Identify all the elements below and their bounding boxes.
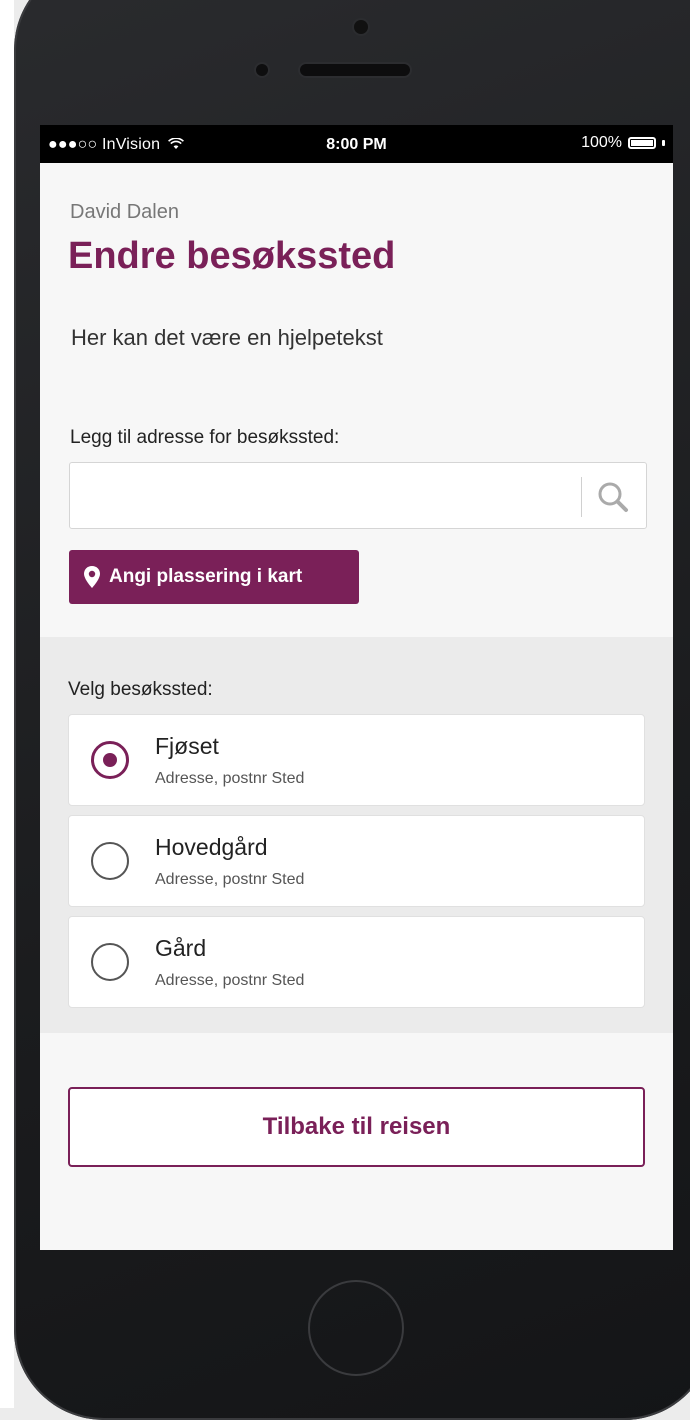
choice-name: Hovedgård — [155, 834, 268, 860]
app-screen: ●●●○○ InVision 8:00 PM 100% David Dalen … — [40, 125, 673, 1250]
choice-card[interactable]: Fjøset Adresse, postnr Sted — [68, 714, 645, 806]
choice-card[interactable]: Gård Adresse, postnr Sted — [68, 916, 645, 1008]
radio-button[interactable] — [91, 943, 129, 981]
choice-address: Adresse, postnr Sted — [155, 972, 305, 989]
choice-card[interactable]: Hovedgård Adresse, postnr Sted — [68, 815, 645, 907]
back-to-trip-button[interactable]: Tilbake til reisen — [68, 1087, 645, 1167]
address-search-box — [69, 462, 647, 529]
choice-address: Adresse, postnr Sted — [155, 770, 305, 787]
page-title: Endre besøkssted — [68, 235, 396, 277]
choice-name: Fjøset — [155, 733, 219, 759]
radio-button[interactable] — [91, 842, 129, 880]
page-left-strip — [0, 0, 14, 1408]
address-label: Legg til adresse for besøkssted: — [70, 427, 340, 448]
battery-status: 100% — [581, 134, 665, 152]
battery-tip — [662, 140, 665, 146]
camera-dot — [354, 20, 368, 34]
help-text: Her kan det være en hjelpetekst — [71, 325, 383, 350]
address-search-input[interactable] — [78, 471, 572, 521]
choice-name: Gård — [155, 935, 207, 961]
choices-label: Velg besøkssted: — [68, 679, 213, 700]
user-name: David Dalen — [70, 201, 179, 223]
map-pin-icon — [84, 566, 100, 588]
back-button-label: Tilbake til reisen — [262, 1113, 451, 1140]
battery-percent: 100% — [581, 134, 622, 151]
choice-address: Adresse, postnr Sted — [155, 871, 305, 888]
status-time: 8:00 PM — [326, 136, 387, 153]
radio-button-selected[interactable] — [91, 741, 129, 779]
home-button[interactable] — [308, 1280, 404, 1376]
status-bar: ●●●○○ InVision 8:00 PM 100% — [40, 125, 673, 163]
search-icon[interactable] — [593, 477, 633, 517]
battery-icon — [628, 137, 656, 149]
front-camera — [256, 64, 268, 76]
map-button-label: Angi plassering i kart — [109, 566, 303, 587]
map-location-button[interactable]: Angi plassering i kart — [69, 550, 359, 604]
visit-place-section: Velg besøkssted: Fjøset Adresse, postnr … — [40, 637, 673, 1033]
speaker-grille — [300, 64, 410, 76]
search-divider — [581, 477, 582, 517]
